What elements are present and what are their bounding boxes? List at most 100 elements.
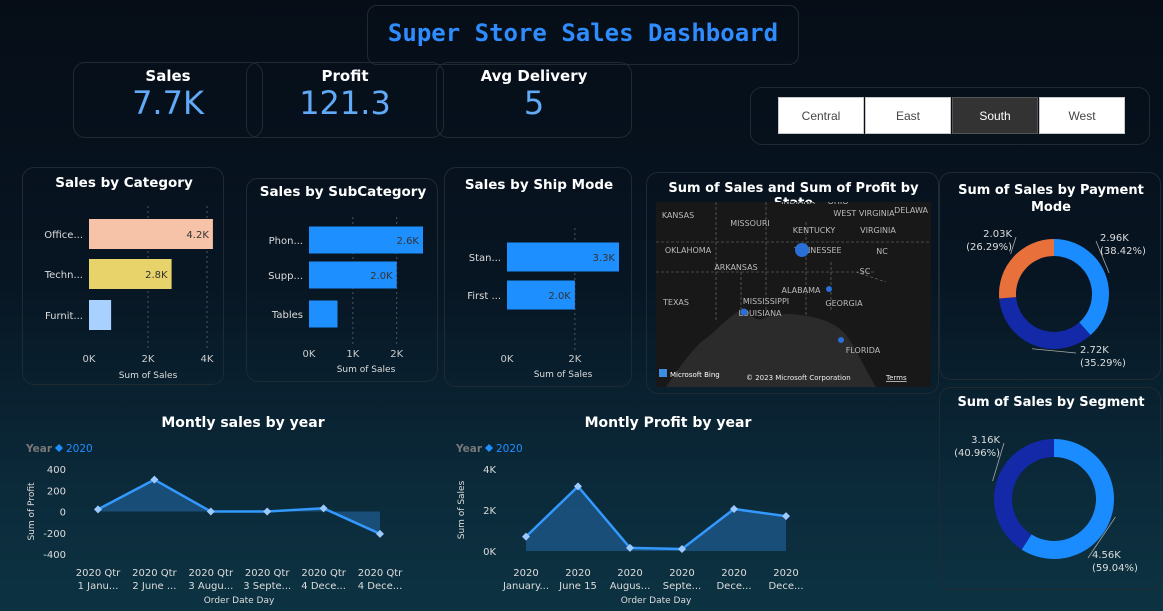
kpi-sales-label: Sales xyxy=(145,67,191,85)
y-axis-label: Sum of Sales xyxy=(457,480,467,539)
chart-title: Sales by SubCategory xyxy=(260,184,427,200)
bar xyxy=(309,300,338,328)
x-axis-label: Sum of Sales xyxy=(119,371,178,381)
chart-title: Sum of Sales by Segment xyxy=(957,395,1144,410)
x-tick-label: 1 Janu... xyxy=(78,581,119,592)
area-fill xyxy=(526,486,786,551)
slicer-west[interactable]: West xyxy=(1039,97,1125,134)
legend-title: Year xyxy=(455,443,483,455)
x-tick-label: 2020 xyxy=(617,568,642,579)
x-tick-label: 2020 xyxy=(565,568,590,579)
kpi-delivery-card: Avg Delivery 5 xyxy=(436,62,632,138)
legend-marker xyxy=(55,444,63,452)
x-tick-label: 2020 xyxy=(773,568,798,579)
category-label: First ... xyxy=(467,291,501,302)
chart-title: Montly sales by year xyxy=(161,415,324,431)
category-label: Furnit... xyxy=(45,311,83,322)
kpi-delivery-value: 5 xyxy=(523,84,545,122)
category-label: Stan... xyxy=(469,253,501,264)
state-map[interactable]: KANSAS MISSOURI INDIANA OHIO WEST VIRGINIA VI… xyxy=(656,202,931,387)
x-tick-label: January... xyxy=(502,581,549,592)
x-tick-label: 0K xyxy=(303,349,316,360)
y-tick-label: -400 xyxy=(43,550,66,561)
bing-logo xyxy=(659,369,667,377)
x-tick-label: 3 Septe... xyxy=(243,581,291,592)
bar xyxy=(89,300,112,330)
x-tick-label: 2K xyxy=(568,354,581,365)
sales-by-shipmode-panel: Sales by Ship Mode 0K 2K Sum of Sales Stan..… xyxy=(444,167,632,387)
kpi-profit-label: Profit xyxy=(321,67,369,85)
x-tick-label: 4 Dece... xyxy=(301,581,346,592)
state-label: KANSAS xyxy=(662,211,694,220)
slicer-central[interactable]: Central xyxy=(778,97,864,134)
sales-by-subcategory-panel: Sales by SubCategory 0K 1K 2K Sum of Sales Ph… xyxy=(246,178,438,382)
state-label: FLORIDA xyxy=(846,346,881,355)
x-axis-label: Sum of Sales xyxy=(534,370,593,380)
state-label: NC xyxy=(876,247,888,256)
x-tick-label: 2020 Qtr xyxy=(301,568,346,579)
y-tick-label: 2K xyxy=(483,506,496,517)
x-tick-label: 2K xyxy=(142,354,155,365)
x-tick-label: 0K xyxy=(83,354,96,365)
category-label: Supp... xyxy=(268,271,303,282)
x-tick-label: 2020 Qtr xyxy=(132,568,177,579)
kpi-sales-card: Sales 7.7K xyxy=(73,62,263,138)
slice-value-label: 3.16K xyxy=(971,435,1000,446)
chart-title: Mode xyxy=(1031,200,1071,215)
kpi-delivery-label: Avg Delivery xyxy=(480,67,588,85)
state-label: OHIO xyxy=(828,202,849,206)
slice-value-label: 2.72K xyxy=(1080,345,1109,356)
state-label: ARKANSAS xyxy=(714,263,757,272)
x-tick-label: 2020 xyxy=(669,568,694,579)
dashboard-title: Super Store Sales Dashboard xyxy=(367,5,799,65)
segment-donut: Sum of Sales by Segment 4.56K (59.04%) 3.16… xyxy=(954,395,1144,574)
slice-percent-label: (38.42%) xyxy=(1100,246,1146,257)
legend-title: Year xyxy=(25,443,53,455)
state-label: TEXAS xyxy=(662,298,689,307)
category-label: Tables xyxy=(271,310,303,321)
slicer-east[interactable]: East xyxy=(865,97,951,134)
state-bubble xyxy=(826,286,832,292)
segment-panel: Sum of Sales by Segment 4.56K (59.04%) 3.16… xyxy=(939,387,1161,590)
x-tick-label: June 15 xyxy=(558,581,597,592)
chart-title: Sum of Sales by Payment xyxy=(958,183,1144,198)
payment-mode-donut: Sum of Sales by Payment Mode 2.96K (38.42%)… xyxy=(958,183,1146,369)
slicer-south[interactable]: South xyxy=(952,97,1038,134)
state-label: MISSISSIPPI xyxy=(743,297,789,306)
map-copyright: © 2023 Microsoft Corporation xyxy=(746,374,851,382)
slice-value-label: 2.03K xyxy=(983,229,1012,240)
slice-percent-label: (40.96%) xyxy=(954,448,1000,459)
category-label: Techn... xyxy=(44,270,83,281)
payment-mode-panel: Sum of Sales by Payment Mode 2.96K (38.42%)… xyxy=(939,172,1161,380)
state-bubble xyxy=(740,308,748,316)
sales-by-subcategory-chart: Sales by SubCategory 0K 1K 2K Sum of Sales Ph… xyxy=(260,184,427,375)
x-tick-label: 2020 Qtr xyxy=(358,568,403,579)
chart-title: Sales by Category xyxy=(55,175,193,191)
data-point xyxy=(263,507,272,516)
data-label: 2.0K xyxy=(548,291,571,302)
y-tick-label: 400 xyxy=(47,465,66,476)
x-axis-label: Order Date Day xyxy=(204,596,275,606)
chart-title: Sales by Ship Mode xyxy=(465,177,613,193)
x-tick-label: 2K xyxy=(390,349,403,360)
chart-title: Montly Profit by year xyxy=(585,415,752,431)
state-bubble xyxy=(838,337,844,343)
state-label: GEORGIA xyxy=(825,299,863,308)
slice-value-label: 2.96K xyxy=(1100,233,1129,244)
leader-line xyxy=(1032,348,1077,354)
x-tick-label: 2 June ... xyxy=(132,581,176,592)
state-label: DELAWA xyxy=(894,206,928,215)
x-tick-label: 2020 xyxy=(513,568,538,579)
x-tick-label: 3 Augu... xyxy=(188,581,233,592)
state-label: VIRGINIA xyxy=(860,226,896,235)
x-axis-label: Order Date Day xyxy=(621,596,692,606)
sales-by-category-chart: Sales by Category 0K 2K 4K Sum of Sales Offic… xyxy=(44,175,214,381)
donut-slice xyxy=(994,439,1054,550)
state-map-panel: Sum of Sales and Sum of Profit by State … xyxy=(646,172,939,394)
slice-percent-label: (35.29%) xyxy=(1080,358,1126,369)
state-label: OKLAHOMA xyxy=(665,246,712,255)
state-bubble xyxy=(795,243,809,257)
state-label: WEST VIRGINIA xyxy=(833,209,895,218)
data-label: 2.0K xyxy=(370,271,393,282)
y-tick-label: -200 xyxy=(43,529,66,540)
